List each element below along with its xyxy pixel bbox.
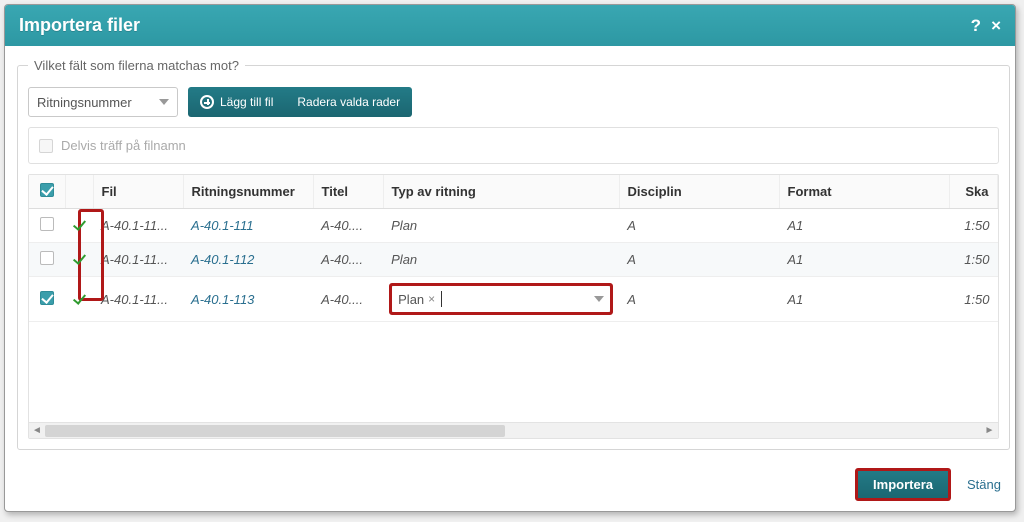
cell-typ[interactable]: Plan [383,209,619,243]
scroll-right-icon[interactable]: ► [984,425,996,437]
type-tag-label: Plan [398,292,424,307]
cell-fil: A-40.1-11... [93,243,183,277]
header-ritningsnummer[interactable]: Ritningsnummer [183,175,313,209]
scroll-left-icon[interactable]: ◄ [31,425,43,437]
delete-selected-rows-button[interactable]: Radera valda rader [285,87,412,117]
files-table: Fil Ritningsnummer Titel Typ av ritning … [28,174,999,439]
cell-typ-editing[interactable]: Plan × [383,277,619,322]
cell-ritningsnummer[interactable]: A-40.1-112 [191,252,254,267]
partial-match-filter: Delvis träff på filnamn [28,127,999,164]
header-disciplin[interactable]: Disciplin [619,175,779,209]
match-field-select[interactable]: Ritningsnummer [28,87,178,117]
status-header [65,175,93,209]
header-typ[interactable]: Typ av ritning [383,175,619,209]
table-header-row: Fil Ritningsnummer Titel Typ av ritning … [29,175,997,209]
partial-match-checkbox [39,139,53,153]
chevron-down-icon [159,99,169,105]
match-fieldset: Vilket fält som filerna matchas mot? Rit… [17,58,1010,450]
type-tag: Plan × [398,292,435,307]
partial-match-label: Delvis träff på filnamn [61,138,186,153]
row-checkbox[interactable] [40,251,54,265]
fieldset-legend: Vilket fält som filerna matchas mot? [28,58,245,73]
cell-ritningsnummer[interactable]: A-40.1-111 [191,218,253,233]
text-cursor [441,291,442,307]
table-row[interactable]: A-40.1-11... A-40.1-112 A-40.... Plan A … [29,243,998,277]
import-button[interactable]: Importera [857,470,949,499]
close-icon[interactable]: × [991,16,1001,36]
dialog-title: Importera filer [19,15,140,36]
type-tag-input[interactable]: Plan × [391,285,611,313]
dialog-titlebar: Importera filer ? × [5,5,1015,46]
header-fil[interactable]: Fil [93,175,183,209]
cell-format[interactable]: A1 [779,277,949,322]
checkmark-icon [72,251,85,265]
checkmark-icon [72,217,85,231]
header-ska[interactable]: Ska [949,175,997,209]
header-titel[interactable]: Titel [313,175,383,209]
cell-titel: A-40.... [313,243,383,277]
dialog-footer: Importera Stäng [5,458,1015,511]
cell-ska[interactable]: 1:50 [949,209,997,243]
cell-format[interactable]: A1 [779,209,949,243]
cell-fil: A-40.1-11... [93,277,183,322]
checkmark-icon [72,291,85,305]
plus-circle-icon [200,95,214,109]
delete-rows-label: Radera valda rader [297,95,400,109]
remove-tag-icon[interactable]: × [428,292,435,306]
horizontal-scrollbar[interactable]: ◄ ► [29,422,998,438]
add-file-label: Lägg till fil [220,95,273,109]
cell-typ[interactable]: Plan [383,243,619,277]
cell-format[interactable]: A1 [779,243,949,277]
header-format[interactable]: Format [779,175,949,209]
cell-ska[interactable]: 1:50 [949,277,997,322]
table-row[interactable]: A-40.1-11... A-40.1-111 A-40.... Plan A … [29,209,998,243]
select-all-checkbox[interactable] [40,183,54,197]
cell-ska[interactable]: 1:50 [949,243,997,277]
add-file-button[interactable]: Lägg till fil [188,87,285,117]
chevron-down-icon[interactable] [594,296,604,302]
cell-ritningsnummer[interactable]: A-40.1-113 [191,292,254,307]
row-checkbox[interactable] [40,217,54,231]
match-field-select-value: Ritningsnummer [37,95,132,110]
toolbar: Ritningsnummer Lägg till fil Radera vald… [28,87,999,117]
cell-fil: A-40.1-11... [93,209,183,243]
import-button-label: Importera [873,477,933,492]
cell-disciplin[interactable]: A [619,209,779,243]
table-row[interactable]: A-40.1-11... A-40.1-113 A-40.... Plan × [29,277,998,322]
import-files-dialog: Importera filer ? × Vilket fält som file… [4,4,1016,512]
cell-titel: A-40.... [313,277,383,322]
help-icon[interactable]: ? [971,16,981,36]
row-checkbox[interactable] [40,291,54,305]
cell-disciplin[interactable]: A [619,243,779,277]
close-link[interactable]: Stäng [967,477,1001,492]
scrollbar-thumb[interactable] [45,425,505,437]
cell-titel: A-40.... [313,209,383,243]
cell-disciplin[interactable]: A [619,277,779,322]
